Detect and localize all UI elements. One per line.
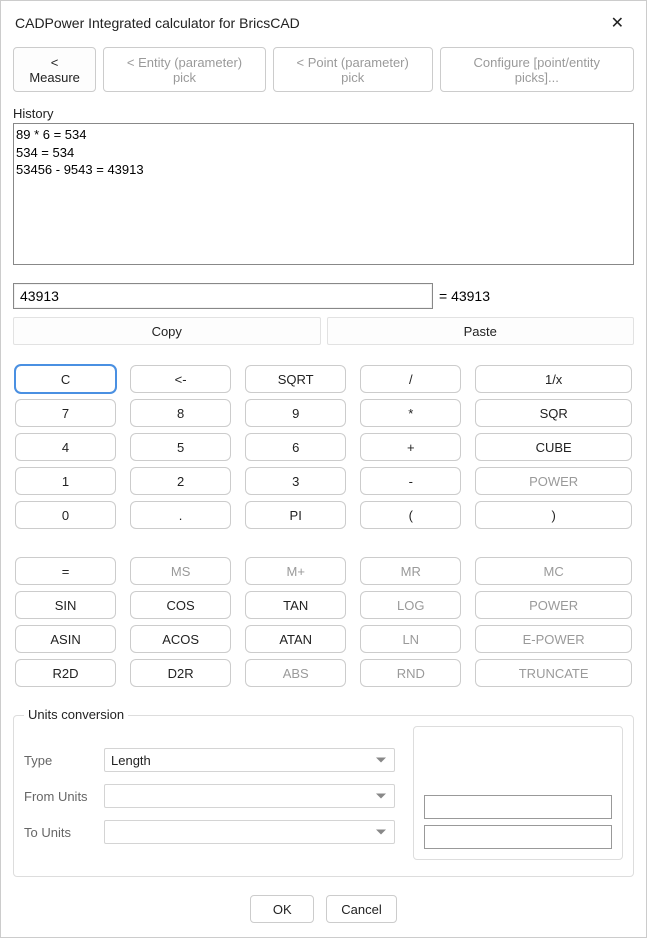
key-sqrt[interactable]: SQRT bbox=[245, 365, 346, 393]
close-icon[interactable]: ✕ bbox=[603, 9, 632, 37]
key-sqr[interactable]: SQR bbox=[475, 399, 632, 427]
keypad: C 7 4 1 0 = SIN ASIN R2D <- 8 5 2 . MS C… bbox=[13, 359, 634, 699]
keypad-col-3: SQRT 9 6 3 PI M+ TAN ATAN ABS bbox=[245, 365, 346, 687]
key-reciprocal[interactable]: 1/x bbox=[475, 365, 632, 393]
keypad-col-4: / * + - ( MR LOG LN RND bbox=[360, 365, 461, 687]
topbar: < Measure < Entity (parameter) pick < Po… bbox=[13, 47, 634, 92]
units-to-label: To Units bbox=[24, 825, 96, 840]
key-mc[interactable]: MC bbox=[475, 557, 632, 585]
key-paren-close[interactable]: ) bbox=[475, 501, 632, 529]
copy-button[interactable]: Copy bbox=[13, 317, 321, 345]
key-tan[interactable]: TAN bbox=[245, 591, 346, 619]
key-7[interactable]: 7 bbox=[15, 399, 116, 427]
key-8[interactable]: 8 bbox=[130, 399, 231, 427]
configure-picks-button[interactable]: Configure [point/entity picks]... bbox=[440, 47, 634, 92]
key-9[interactable]: 9 bbox=[245, 399, 346, 427]
key-add[interactable]: + bbox=[360, 433, 461, 461]
input-row: = 43913 bbox=[13, 283, 634, 309]
key-ln[interactable]: LN bbox=[360, 625, 461, 653]
key-cos[interactable]: COS bbox=[130, 591, 231, 619]
key-mplus[interactable]: M+ bbox=[245, 557, 346, 585]
content-area: < Measure < Entity (parameter) pick < Po… bbox=[1, 43, 646, 923]
key-0[interactable]: 0 bbox=[15, 501, 116, 529]
key-paren-open[interactable]: ( bbox=[360, 501, 461, 529]
ok-button[interactable]: OK bbox=[250, 895, 314, 923]
units-from-select[interactable] bbox=[104, 784, 395, 808]
equals-prefix: = bbox=[439, 288, 451, 304]
key-3[interactable]: 3 bbox=[245, 467, 346, 495]
units-from-label: From Units bbox=[24, 789, 96, 804]
key-d2r[interactable]: D2R bbox=[130, 659, 231, 687]
key-power[interactable]: POWER bbox=[475, 467, 632, 495]
key-ms[interactable]: MS bbox=[130, 557, 231, 585]
window-title: CADPower Integrated calculator for Brics… bbox=[15, 15, 300, 31]
calculator-window: CADPower Integrated calculator for Brics… bbox=[0, 0, 647, 938]
key-5[interactable]: 5 bbox=[130, 433, 231, 461]
measure-button[interactable]: < Measure bbox=[13, 47, 96, 92]
expression-input[interactable] bbox=[13, 283, 433, 309]
history-box[interactable]: 89 * 6 = 534 534 = 534 53456 - 9543 = 43… bbox=[13, 123, 634, 265]
copy-paste-row: Copy Paste bbox=[13, 317, 634, 345]
key-dot[interactable]: . bbox=[130, 501, 231, 529]
keypad-col-2: <- 8 5 2 . MS COS ACOS D2R bbox=[130, 365, 231, 687]
units-type-select[interactable]: Length bbox=[104, 748, 395, 772]
key-epower[interactable]: E-POWER bbox=[475, 625, 632, 653]
units-group: Units conversion Type Length From Units … bbox=[13, 715, 634, 877]
key-pi[interactable]: PI bbox=[245, 501, 346, 529]
key-power2[interactable]: POWER bbox=[475, 591, 632, 619]
units-result-from[interactable] bbox=[424, 795, 612, 819]
key-back[interactable]: <- bbox=[130, 365, 231, 393]
history-label: History bbox=[13, 106, 634, 121]
key-sin[interactable]: SIN bbox=[15, 591, 116, 619]
key-c[interactable]: C bbox=[15, 365, 116, 393]
titlebar: CADPower Integrated calculator for Brics… bbox=[1, 1, 646, 43]
key-div[interactable]: / bbox=[360, 365, 461, 393]
key-4[interactable]: 4 bbox=[15, 433, 116, 461]
key-acos[interactable]: ACOS bbox=[130, 625, 231, 653]
units-type-label: Type bbox=[24, 753, 96, 768]
key-truncate[interactable]: TRUNCATE bbox=[475, 659, 632, 687]
key-abs[interactable]: ABS bbox=[245, 659, 346, 687]
key-mr[interactable]: MR bbox=[360, 557, 461, 585]
key-1[interactable]: 1 bbox=[15, 467, 116, 495]
units-title: Units conversion bbox=[24, 707, 128, 722]
keypad-col-5: 1/x SQR CUBE POWER ) MC POWER E-POWER TR… bbox=[475, 365, 632, 687]
key-6[interactable]: 6 bbox=[245, 433, 346, 461]
paste-button[interactable]: Paste bbox=[327, 317, 635, 345]
result-value: 43913 bbox=[451, 288, 490, 304]
key-atan[interactable]: ATAN bbox=[245, 625, 346, 653]
point-pick-button[interactable]: < Point (parameter) pick bbox=[273, 47, 433, 92]
cancel-button[interactable]: Cancel bbox=[326, 895, 396, 923]
key-asin[interactable]: ASIN bbox=[15, 625, 116, 653]
key-rnd[interactable]: RND bbox=[360, 659, 461, 687]
units-type-value: Length bbox=[111, 753, 151, 768]
key-mul[interactable]: * bbox=[360, 399, 461, 427]
key-cube[interactable]: CUBE bbox=[475, 433, 632, 461]
units-left: Type Length From Units To Units bbox=[24, 716, 395, 860]
result-display: = 43913 bbox=[439, 288, 490, 304]
units-result-to[interactable] bbox=[424, 825, 612, 849]
entity-pick-button[interactable]: < Entity (parameter) pick bbox=[103, 47, 266, 92]
footer: OK Cancel bbox=[13, 895, 634, 923]
key-equals[interactable]: = bbox=[15, 557, 116, 585]
units-right bbox=[413, 726, 623, 860]
key-r2d[interactable]: R2D bbox=[15, 659, 116, 687]
key-sub[interactable]: - bbox=[360, 467, 461, 495]
keypad-col-1: C 7 4 1 0 = SIN ASIN R2D bbox=[15, 365, 116, 687]
key-log[interactable]: LOG bbox=[360, 591, 461, 619]
units-to-select[interactable] bbox=[104, 820, 395, 844]
key-2[interactable]: 2 bbox=[130, 467, 231, 495]
